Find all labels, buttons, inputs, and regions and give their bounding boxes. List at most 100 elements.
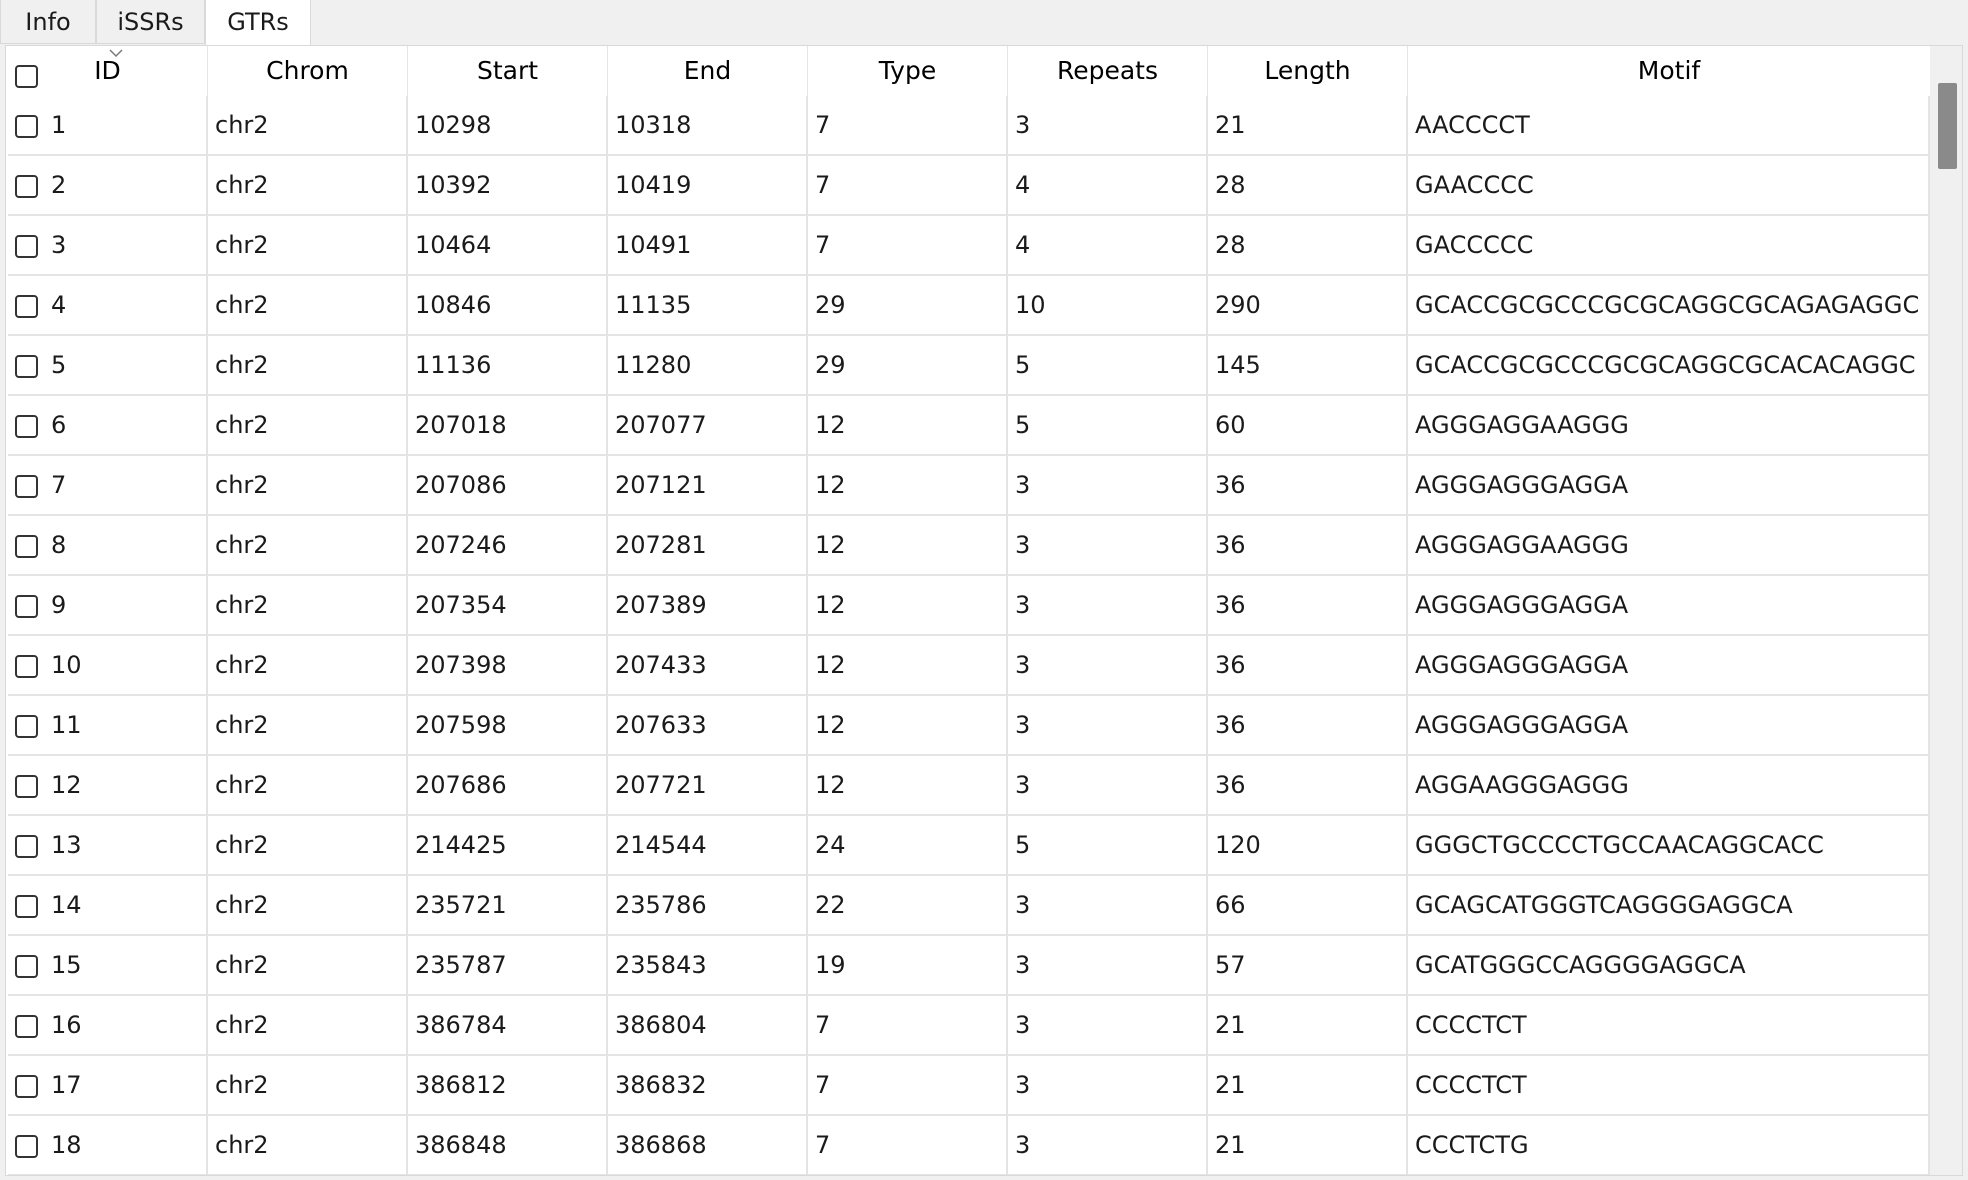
table-row[interactable]: 17 chr2 386812 386832 7 3 21 CCCCTCT (8, 1056, 1930, 1116)
row-checkbox[interactable] (15, 895, 38, 918)
row-id: 8 (51, 531, 67, 559)
row-id: 3 (51, 231, 67, 259)
row-checkbox[interactable] (15, 775, 38, 798)
cell-repeats: 5 (1008, 336, 1208, 394)
table-row[interactable]: 6 chr2 207018 207077 12 5 60 AGGGAGGAAGGG (8, 396, 1930, 456)
row-checkbox[interactable] (15, 115, 38, 138)
row-id: 6 (51, 411, 67, 439)
cell-motif: GCACCGCGCCCGCGCAGGCGCAGAGAGGC (1408, 276, 1930, 334)
row-checkbox[interactable] (15, 955, 38, 978)
cell-repeats: 5 (1008, 816, 1208, 874)
column-header-end[interactable]: End (608, 46, 808, 96)
cell-chrom: chr2 (208, 96, 408, 154)
cell-start: 235721 (408, 876, 608, 934)
cell-start: 207246 (408, 516, 608, 574)
table-row[interactable]: 5 chr2 11136 11280 29 5 145 GCACCGCGCCCGCGCAGGC… (8, 336, 1930, 396)
cell-id: 14 (8, 876, 208, 934)
cell-chrom: chr2 (208, 1056, 408, 1114)
tab-info[interactable]: Info (0, 0, 96, 44)
cell-motif: GCATGGGCCAGGGGAGGCA (1408, 936, 1930, 994)
cell-end: 207433 (608, 636, 808, 694)
cell-repeats: 3 (1008, 96, 1208, 154)
cell-chrom: chr2 (208, 456, 408, 514)
column-header-id[interactable]: ID (8, 46, 208, 96)
table-header: ID Chrom Start End Type Repeats Length M… (8, 46, 1930, 96)
cell-end: 207281 (608, 516, 808, 574)
cell-chrom: chr2 (208, 576, 408, 634)
tab-issrs[interactable]: iSSRs (96, 0, 205, 44)
row-checkbox[interactable] (15, 355, 38, 378)
cell-motif: CCCTCTG (1408, 1116, 1930, 1174)
column-header-chrom[interactable]: Chrom (208, 46, 408, 96)
tab-gtrs[interactable]: GTRs (205, 0, 311, 46)
cell-start: 10392 (408, 156, 608, 214)
row-checkbox[interactable] (15, 475, 38, 498)
table-row[interactable]: 18 chr2 386848 386868 7 3 21 CCCTCTG (8, 1116, 1930, 1175)
table-row[interactable]: 4 chr2 10846 11135 29 10 290 GCACCGCGCCCGCGCAGG… (8, 276, 1930, 336)
table-row[interactable]: 13 chr2 214425 214544 24 5 120 GGGCTGCCCCTGCCAA… (8, 816, 1930, 876)
row-checkbox[interactable] (15, 1135, 38, 1158)
cell-start: 386784 (408, 996, 608, 1054)
row-id: 17 (51, 1071, 82, 1099)
cell-end: 386868 (608, 1116, 808, 1174)
column-header-start[interactable]: Start (408, 46, 608, 96)
row-id: 11 (51, 711, 82, 739)
row-checkbox[interactable] (15, 715, 38, 738)
cell-id: 4 (8, 276, 208, 334)
cell-repeats: 4 (1008, 156, 1208, 214)
scrollbar-thumb[interactable] (1938, 83, 1957, 169)
cell-type: 29 (808, 336, 1008, 394)
cell-length: 290 (1208, 276, 1408, 334)
row-checkbox[interactable] (15, 295, 38, 318)
row-id: 16 (51, 1011, 82, 1039)
cell-length: 36 (1208, 756, 1408, 814)
row-checkbox[interactable] (15, 1015, 38, 1038)
row-id: 18 (51, 1131, 82, 1159)
table-row[interactable]: 8 chr2 207246 207281 12 3 36 AGGGAGGAAGGG (8, 516, 1930, 576)
cell-id: 8 (8, 516, 208, 574)
row-checkbox[interactable] (15, 415, 38, 438)
cell-motif: AGGGAGGAAGGG (1408, 516, 1930, 574)
row-checkbox[interactable] (15, 235, 38, 258)
row-checkbox[interactable] (15, 535, 38, 558)
table-row[interactable]: 3 chr2 10464 10491 7 4 28 GACCCCC (8, 216, 1930, 276)
cell-motif: AGGAAGGGAGGG (1408, 756, 1930, 814)
cell-type: 12 (808, 396, 1008, 454)
table-row[interactable]: 14 chr2 235721 235786 22 3 66 GCAGCATGGGTCAGGGG… (8, 876, 1930, 936)
column-header-type[interactable]: Type (808, 46, 1008, 96)
cell-end: 10491 (608, 216, 808, 274)
column-header-motif[interactable]: Motif (1408, 46, 1930, 96)
table-row[interactable]: 10 chr2 207398 207433 12 3 36 AGGGAGGGAGGA (8, 636, 1930, 696)
row-checkbox[interactable] (15, 835, 38, 858)
cell-end: 386804 (608, 996, 808, 1054)
column-header-repeats[interactable]: Repeats (1008, 46, 1208, 96)
cell-start: 10298 (408, 96, 608, 154)
cell-start: 10464 (408, 216, 608, 274)
table-row[interactable]: 16 chr2 386784 386804 7 3 21 CCCCTCT (8, 996, 1930, 1056)
vertical-scrollbar[interactable] (1930, 46, 1962, 1175)
cell-length: 21 (1208, 1056, 1408, 1114)
table-row[interactable]: 11 chr2 207598 207633 12 3 36 AGGGAGGGAGGA (8, 696, 1930, 756)
row-checkbox[interactable] (15, 175, 38, 198)
table-row[interactable]: 9 chr2 207354 207389 12 3 36 AGGGAGGGAGGA (8, 576, 1930, 636)
row-checkbox[interactable] (15, 1075, 38, 1098)
cell-type: 7 (808, 1056, 1008, 1114)
row-id: 10 (51, 651, 82, 679)
table-row[interactable]: 2 chr2 10392 10419 7 4 28 GAACCCC (8, 156, 1930, 216)
table-row[interactable]: 1 chr2 10298 10318 7 3 21 AACCCCT (8, 96, 1930, 156)
table-row[interactable]: 7 chr2 207086 207121 12 3 36 AGGGAGGGAGGA (8, 456, 1930, 516)
select-all-checkbox[interactable] (15, 65, 38, 88)
table-row[interactable]: 12 chr2 207686 207721 12 3 36 AGGAAGGGAGGG (8, 756, 1930, 816)
cell-repeats: 3 (1008, 516, 1208, 574)
cell-type: 12 (808, 696, 1008, 754)
cell-end: 207077 (608, 396, 808, 454)
row-checkbox[interactable] (15, 655, 38, 678)
column-header-length[interactable]: Length (1208, 46, 1408, 96)
row-id: 15 (51, 951, 82, 979)
cell-motif: AGGGAGGGAGGA (1408, 696, 1930, 754)
cell-length: 120 (1208, 816, 1408, 874)
cell-type: 7 (808, 996, 1008, 1054)
row-checkbox[interactable] (15, 595, 38, 618)
table-row[interactable]: 15 chr2 235787 235843 19 3 57 GCATGGGCCAGGGGAGG… (8, 936, 1930, 996)
cell-length: 21 (1208, 996, 1408, 1054)
